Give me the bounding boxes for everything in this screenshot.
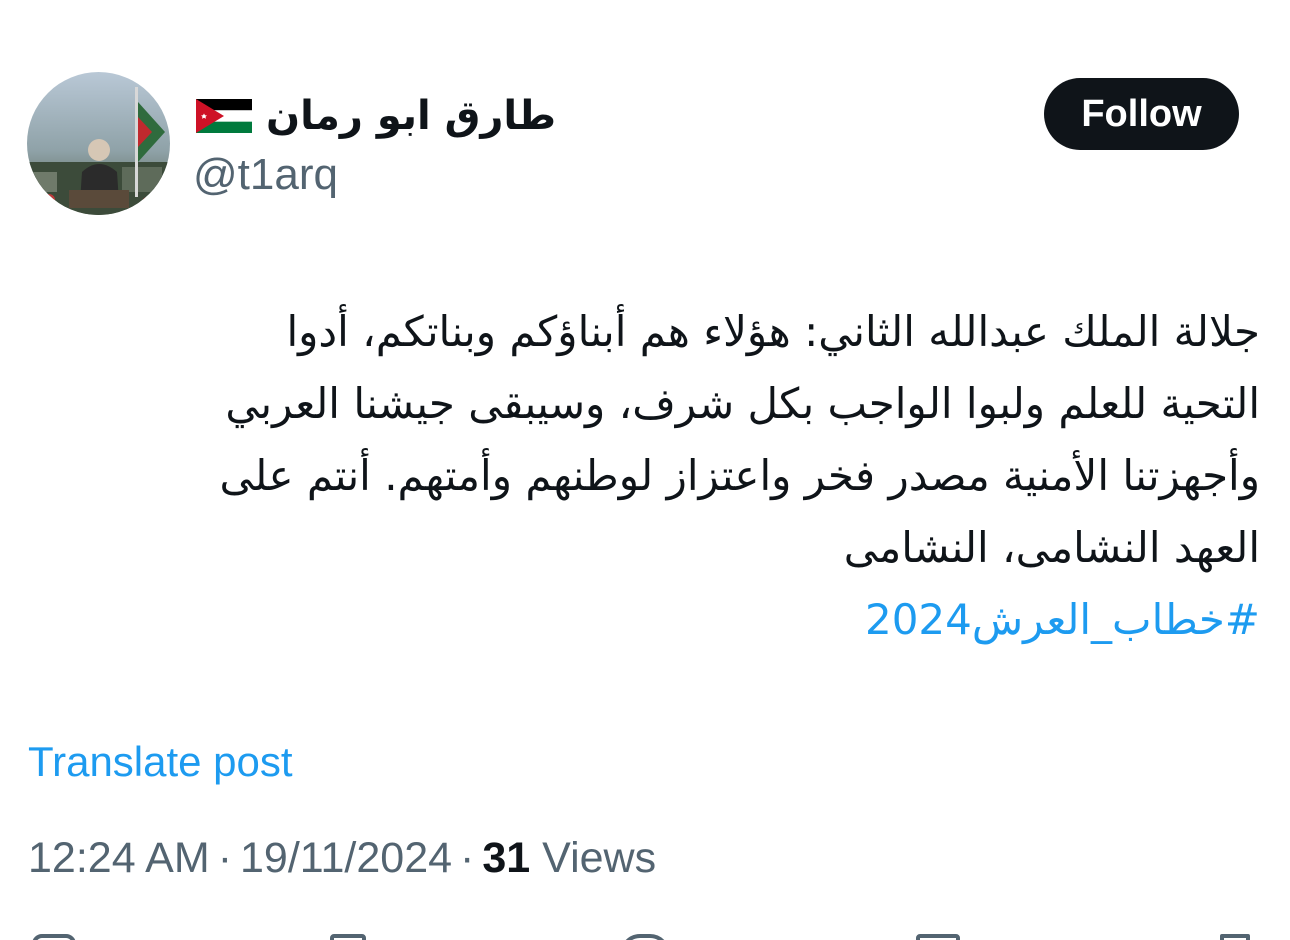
meta-separator: · xyxy=(460,834,475,882)
tweet-text-line: العهد النشامى، النشامى xyxy=(843,523,1260,572)
tweet-text-line: وأجهزتنا الأمنية مصدر فخر واعتزاز لوطنهم… xyxy=(219,451,1260,500)
reply-icon[interactable] xyxy=(32,934,76,940)
tweet-time[interactable]: 12:24 AM xyxy=(28,834,210,882)
tweet-text-line: جلالة الملك عبدالله الثاني: هؤلاء هم أبن… xyxy=(286,307,1260,356)
tweet-meta: 12:24 AM · 19/11/2024 · 31 Views xyxy=(28,834,656,883)
translate-post-link[interactable]: Translate post xyxy=(28,738,293,786)
avatar-image xyxy=(27,72,170,215)
like-icon[interactable] xyxy=(620,934,670,940)
follow-button[interactable]: Follow xyxy=(1044,78,1239,150)
share-icon[interactable] xyxy=(1220,934,1250,940)
user-handle[interactable]: @t1arq xyxy=(193,150,338,200)
views-count: 31 xyxy=(482,834,531,882)
avatar[interactable] xyxy=(27,72,170,215)
tweet: طارق ابو رمان @t1arq Follow جلالة الملك … xyxy=(0,0,1290,940)
repost-icon[interactable] xyxy=(330,934,366,940)
views-label: Views xyxy=(542,834,657,882)
jordan-flag-icon xyxy=(196,99,252,133)
tweet-text: جلالة الملك عبدالله الثاني: هؤلاء هم أبن… xyxy=(40,296,1260,656)
tweet-text-line: التحية للعلم ولبوا الواجب بكل شرف، وسيبق… xyxy=(225,379,1260,428)
display-name[interactable]: طارق ابو رمان xyxy=(266,93,556,139)
tweet-date[interactable]: 19/11/2024 xyxy=(240,834,452,882)
author-name-row: طارق ابو رمان xyxy=(196,86,556,146)
hashtag-link[interactable]: #خطاب_العرش2024 xyxy=(40,584,1260,656)
meta-separator: · xyxy=(217,834,233,882)
action-bar xyxy=(0,928,1290,940)
bookmark-icon[interactable] xyxy=(916,934,960,940)
